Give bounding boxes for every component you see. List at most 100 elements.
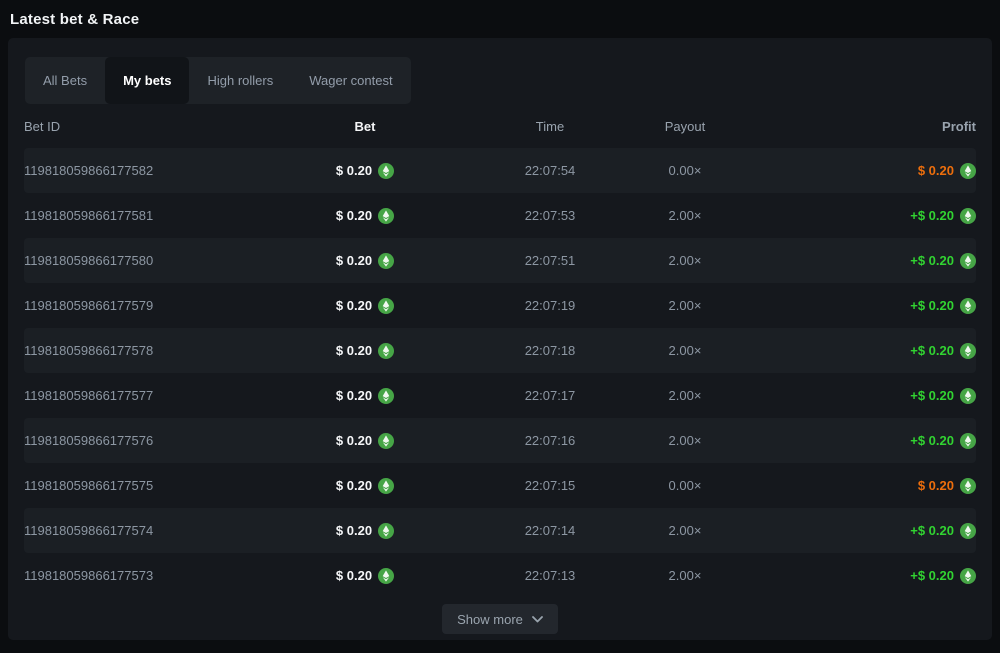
column-header-payout: Payout bbox=[660, 119, 710, 134]
column-header-profit: Profit bbox=[710, 119, 976, 134]
table-row[interactable]: 119818059866177577 $ 0.20 22:07:17 2.00×… bbox=[24, 373, 976, 418]
bet-id: 119818059866177579 bbox=[24, 298, 290, 313]
bet-time: 22:07:13 bbox=[440, 568, 660, 583]
green-coin-icon bbox=[378, 253, 394, 269]
bet-time: 22:07:14 bbox=[440, 523, 660, 538]
titlebar: Latest bet & Race bbox=[0, 0, 1000, 38]
bets-table: Bet ID Bet Time Payout Profit 1198180598… bbox=[24, 104, 976, 598]
bet-profit-value: +$ 0.20 bbox=[910, 388, 954, 403]
bet-time: 22:07:16 bbox=[440, 433, 660, 448]
bet-payout: 2.00× bbox=[660, 298, 710, 313]
table-row[interactable]: 119818059866177580 $ 0.20 22:07:51 2.00×… bbox=[24, 238, 976, 283]
bet-profit-value: +$ 0.20 bbox=[910, 568, 954, 583]
show-more-button[interactable]: Show more bbox=[442, 604, 558, 634]
bet-amount: $ 0.20 bbox=[290, 298, 440, 314]
green-coin-icon bbox=[960, 568, 976, 584]
green-coin-icon bbox=[960, 208, 976, 224]
green-coin-icon bbox=[378, 478, 394, 494]
bet-profit-value: +$ 0.20 bbox=[910, 343, 954, 358]
bet-profit: +$ 0.20 bbox=[710, 343, 976, 359]
bet-profit-value: +$ 0.20 bbox=[910, 523, 954, 538]
table-row[interactable]: 119818059866177579 $ 0.20 22:07:19 2.00×… bbox=[24, 283, 976, 328]
bet-amount: $ 0.20 bbox=[290, 253, 440, 269]
table-row[interactable]: 119818059866177575 $ 0.20 22:07:15 0.00×… bbox=[24, 463, 976, 508]
column-header-time: Time bbox=[440, 119, 660, 134]
bet-amount-value: $ 0.20 bbox=[336, 253, 372, 268]
green-coin-icon bbox=[960, 388, 976, 404]
green-coin-icon bbox=[960, 163, 976, 179]
table-row[interactable]: 119818059866177576 $ 0.20 22:07:16 2.00×… bbox=[24, 418, 976, 463]
tab-all-bets[interactable]: All Bets bbox=[25, 57, 105, 104]
bet-payout: 2.00× bbox=[660, 388, 710, 403]
bet-payout: 2.00× bbox=[660, 208, 710, 223]
green-coin-icon bbox=[960, 523, 976, 539]
tab-wager-contest[interactable]: Wager contest bbox=[291, 57, 410, 104]
green-coin-icon bbox=[378, 388, 394, 404]
bet-profit: +$ 0.20 bbox=[710, 298, 976, 314]
bet-amount-value: $ 0.20 bbox=[336, 568, 372, 583]
table-row[interactable]: 119818059866177581 $ 0.20 22:07:53 2.00×… bbox=[24, 193, 976, 238]
bet-payout: 2.00× bbox=[660, 433, 710, 448]
bet-amount: $ 0.20 bbox=[290, 163, 440, 179]
bet-id: 119818059866177581 bbox=[24, 208, 290, 223]
bet-profit: +$ 0.20 bbox=[710, 208, 976, 224]
bet-amount-value: $ 0.20 bbox=[336, 208, 372, 223]
table-row[interactable]: 119818059866177573 $ 0.20 22:07:13 2.00×… bbox=[24, 553, 976, 598]
bet-payout: 0.00× bbox=[660, 163, 710, 178]
bet-profit-value: $ 0.20 bbox=[918, 478, 954, 493]
green-coin-icon bbox=[960, 478, 976, 494]
page-title: Latest bet & Race bbox=[10, 11, 139, 28]
bet-amount-value: $ 0.20 bbox=[336, 163, 372, 178]
bet-profit: +$ 0.20 bbox=[710, 433, 976, 449]
bet-amount: $ 0.20 bbox=[290, 478, 440, 494]
chevron-down-icon bbox=[532, 616, 543, 623]
bet-profit-value: +$ 0.20 bbox=[910, 298, 954, 313]
green-coin-icon bbox=[960, 298, 976, 314]
bet-id: 119818059866177578 bbox=[24, 343, 290, 358]
bet-profit-value: +$ 0.20 bbox=[910, 253, 954, 268]
latest-bets-panel: All BetsMy betsHigh rollersWager contest… bbox=[8, 38, 992, 640]
table-row[interactable]: 119818059866177582 $ 0.20 22:07:54 0.00×… bbox=[24, 148, 976, 193]
bets-tabstrip: All BetsMy betsHigh rollersWager contest bbox=[25, 57, 411, 104]
bet-profit-value: +$ 0.20 bbox=[910, 433, 954, 448]
bet-time: 22:07:53 bbox=[440, 208, 660, 223]
bet-id: 119818059866177573 bbox=[24, 568, 290, 583]
table-footer: Show more bbox=[8, 604, 992, 634]
bet-id: 119818059866177576 bbox=[24, 433, 290, 448]
bet-amount: $ 0.20 bbox=[290, 388, 440, 404]
bet-profit-value: +$ 0.20 bbox=[910, 208, 954, 223]
bet-payout: 2.00× bbox=[660, 253, 710, 268]
bet-time: 22:07:51 bbox=[440, 253, 660, 268]
table-header-row: Bet ID Bet Time Payout Profit bbox=[24, 104, 976, 148]
show-more-label: Show more bbox=[457, 612, 523, 627]
bet-amount-value: $ 0.20 bbox=[336, 523, 372, 538]
green-coin-icon bbox=[378, 523, 394, 539]
bet-profit: +$ 0.20 bbox=[710, 523, 976, 539]
tab-high-rollers[interactable]: High rollers bbox=[189, 57, 291, 104]
bet-amount-value: $ 0.20 bbox=[336, 343, 372, 358]
green-coin-icon bbox=[378, 433, 394, 449]
bet-amount: $ 0.20 bbox=[290, 433, 440, 449]
green-coin-icon bbox=[378, 208, 394, 224]
green-coin-icon bbox=[960, 253, 976, 269]
green-coin-icon bbox=[378, 568, 394, 584]
table-row[interactable]: 119818059866177574 $ 0.20 22:07:14 2.00×… bbox=[24, 508, 976, 553]
green-coin-icon bbox=[378, 298, 394, 314]
bet-profit: +$ 0.20 bbox=[710, 253, 976, 269]
bet-time: 22:07:17 bbox=[440, 388, 660, 403]
table-body: 119818059866177582 $ 0.20 22:07:54 0.00×… bbox=[24, 148, 976, 598]
bet-profit-value: $ 0.20 bbox=[918, 163, 954, 178]
bet-profit: $ 0.20 bbox=[710, 163, 976, 179]
bet-amount-value: $ 0.20 bbox=[336, 388, 372, 403]
green-coin-icon bbox=[960, 343, 976, 359]
table-row[interactable]: 119818059866177578 $ 0.20 22:07:18 2.00×… bbox=[24, 328, 976, 373]
bet-amount: $ 0.20 bbox=[290, 208, 440, 224]
bet-payout: 2.00× bbox=[660, 523, 710, 538]
bet-id: 119818059866177577 bbox=[24, 388, 290, 403]
bet-id: 119818059866177574 bbox=[24, 523, 290, 538]
bet-amount-value: $ 0.20 bbox=[336, 433, 372, 448]
bet-payout: 2.00× bbox=[660, 343, 710, 358]
tab-my-bets[interactable]: My bets bbox=[105, 57, 189, 104]
bet-id: 119818059866177575 bbox=[24, 478, 290, 493]
bet-time: 22:07:18 bbox=[440, 343, 660, 358]
